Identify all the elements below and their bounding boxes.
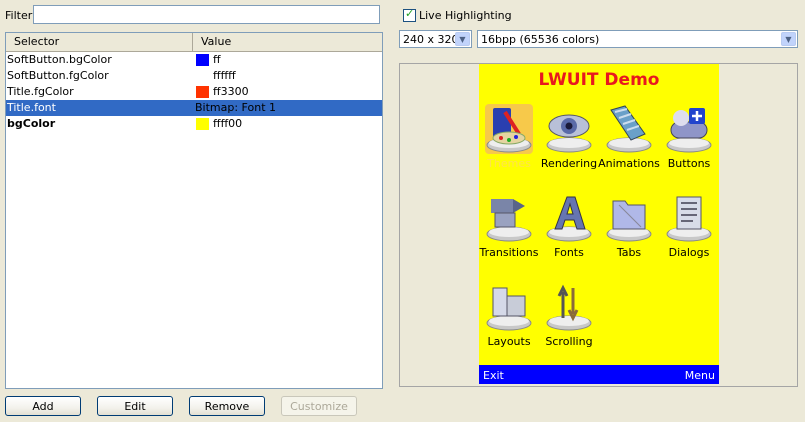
resolution-select[interactable]: 240 x 320 ▼ [399, 30, 472, 48]
color-swatch [196, 118, 209, 130]
plus-button-icon [665, 104, 713, 154]
app-label: Fonts [554, 246, 584, 259]
color-swatch [196, 70, 209, 82]
color-depth-value: 16bpp (65536 colors) [481, 33, 600, 46]
app-label: Buttons [667, 157, 711, 170]
chevron-down-icon[interactable]: ▼ [455, 32, 470, 46]
filter-input[interactable] [33, 5, 380, 24]
table-body: SoftButton.bgColor ff SoftButton.fgColor ff… [6, 52, 382, 132]
letter-a-icon [545, 193, 593, 243]
customize-button[interactable]: Customize [281, 396, 357, 416]
scroll-arrows-icon [545, 282, 593, 332]
color-swatch [196, 54, 209, 66]
device-preview[interactable]: LWUIT Demo Themes Rendering Animations Butt… [479, 64, 719, 384]
color-depth-select[interactable]: 16bpp (65536 colors) ▼ [477, 30, 798, 48]
column-header-selector[interactable]: Selector [6, 33, 193, 51]
color-swatch [196, 86, 209, 98]
table-row[interactable]: bgColor ffff00 [6, 116, 382, 132]
selector-cell: bgColor [7, 117, 56, 130]
selector-cell: SoftButton.bgColor [7, 53, 112, 66]
value-text: ffffff [213, 69, 236, 82]
selector-cell: Title.font [7, 101, 56, 114]
checkmark-icon: ✓ [405, 7, 415, 20]
app-item[interactable]: Layouts [479, 282, 539, 364]
preview-title: LWUIT Demo [538, 70, 660, 90]
table-row[interactable]: SoftButton.fgColor ffffff [6, 68, 382, 84]
live-highlighting-label[interactable]: Live Highlighting [419, 9, 512, 22]
app-item[interactable]: Rendering [539, 104, 599, 186]
table-row[interactable]: Title.font Bitmap: Font 1 [6, 100, 382, 116]
add-button[interactable]: Add [5, 396, 81, 416]
live-highlighting-checkbox[interactable]: ✓ [403, 7, 416, 22]
app-label: Animations [598, 157, 660, 170]
app-item[interactable]: Themes [479, 104, 539, 186]
app-label: Rendering [540, 157, 598, 170]
value-text: ffff00 [213, 117, 243, 130]
table-row[interactable]: SoftButton.bgColor ff [6, 52, 382, 68]
app-label: Dialogs [668, 246, 710, 259]
app-label: Layouts [487, 335, 531, 348]
app-item[interactable]: Fonts [539, 193, 599, 275]
folder-tab-icon [605, 193, 653, 243]
remove-button[interactable]: Remove [189, 396, 265, 416]
app-label: Tabs [616, 246, 642, 259]
app-item[interactable]: Dialogs [659, 193, 719, 275]
app-label: Themes [487, 157, 531, 170]
selector-cell: Title.fgColor [7, 85, 74, 98]
resolution-value: 240 x 320 [403, 33, 459, 46]
app-item[interactable]: Transitions [479, 193, 539, 275]
app-label: Scrolling [545, 335, 593, 348]
palette-icon [485, 104, 533, 154]
chevron-down-icon[interactable]: ▼ [781, 32, 796, 46]
softkey-bar: Exit Menu [479, 365, 719, 384]
edit-button[interactable]: Edit [97, 396, 173, 416]
softkey-exit[interactable]: Exit [483, 365, 504, 386]
softkey-menu[interactable]: Menu [685, 365, 715, 386]
eye-icon [545, 104, 593, 154]
table-header: Selector Value [6, 33, 382, 52]
table-row[interactable]: Title.fgColor ff3300 [6, 84, 382, 100]
dialog-list-icon [665, 193, 713, 243]
app-item[interactable]: Scrolling [539, 282, 599, 364]
layout-boxes-icon [485, 282, 533, 332]
value-text: ff3300 [213, 85, 249, 98]
selector-cell: SoftButton.fgColor [7, 69, 109, 82]
filter-label: Filter [5, 9, 33, 22]
app-label: Transitions [479, 246, 539, 259]
value-text: Bitmap: Font 1 [195, 101, 277, 114]
value-text: ff [213, 53, 221, 66]
app-item[interactable]: Buttons [659, 104, 719, 186]
theme-table: Selector Value SoftButton.bgColor ff SoftB… [5, 32, 383, 389]
app-item[interactable]: Tabs [599, 193, 659, 275]
film-icon [605, 104, 653, 154]
column-header-value[interactable]: Value [193, 33, 382, 51]
app-item[interactable]: Animations [598, 104, 660, 186]
arrow-icon [485, 193, 533, 243]
